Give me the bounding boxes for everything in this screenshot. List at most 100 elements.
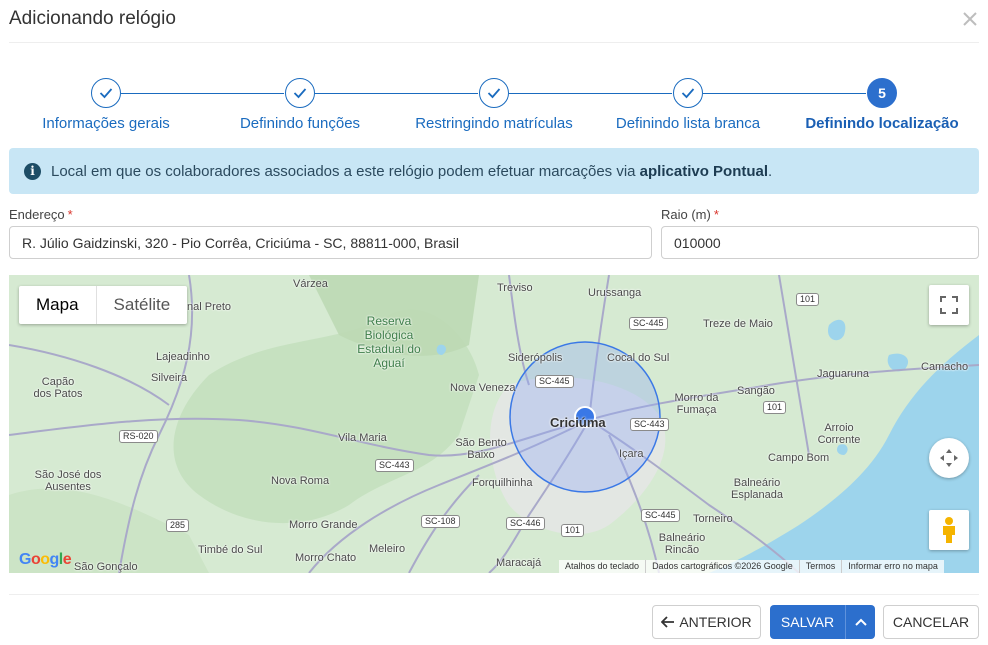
- road-shield: 285: [166, 519, 190, 532]
- step-label-lista-branca[interactable]: Definindo lista branca: [616, 115, 760, 132]
- map[interactable]: Mapa Satélite Várzea Treviso Urussanga n…: [9, 275, 979, 573]
- step-label-matriculas[interactable]: Restringindo matrículas: [415, 115, 573, 132]
- step-connector: [509, 93, 672, 94]
- road-shield: 101: [763, 401, 787, 414]
- step-label-localizacao[interactable]: Definindo localização: [805, 115, 958, 132]
- fullscreen-icon[interactable]: [929, 285, 969, 325]
- report-error-link[interactable]: Informar erro no mapa: [842, 560, 944, 573]
- map-label: Morro Grande: [289, 519, 358, 531]
- map-label: Balneário Rincão: [658, 532, 706, 556]
- info-text-bold: aplicativo Pontual: [639, 162, 769, 180]
- map-label: Balneário Esplanada: [731, 477, 783, 501]
- map-label: Vila Maria: [338, 432, 387, 444]
- road-shield: SC-443: [630, 418, 669, 431]
- footer-divider: [9, 594, 979, 595]
- map-label: Sangão: [737, 385, 775, 397]
- info-icon: i: [24, 162, 41, 180]
- road-shield: 101: [796, 293, 820, 306]
- map-label: Torneiro: [693, 513, 733, 525]
- map-label: Silveira: [151, 372, 188, 384]
- map-type-satellite-button[interactable]: Satélite: [97, 286, 188, 324]
- address-label: Endereço *: [9, 207, 73, 222]
- map-label: Camacho: [921, 361, 969, 373]
- map-label: Morro Chato: [295, 552, 357, 564]
- step-label-informacoes[interactable]: Informações gerais: [42, 115, 170, 132]
- road-shield: SC-445: [641, 509, 680, 522]
- header-divider: [9, 42, 979, 43]
- step-connector: [121, 93, 284, 94]
- camera-control-icon[interactable]: [929, 438, 969, 478]
- map-label: Campo Bom: [768, 452, 830, 464]
- map-label: Jaguaruna: [817, 368, 869, 380]
- road-shield: SC-443: [375, 459, 414, 472]
- step-connector: [703, 93, 866, 94]
- previous-button[interactable]: ANTERIOR: [652, 605, 761, 639]
- road-shield: SC-445: [629, 317, 668, 330]
- required-mark: *: [713, 207, 719, 222]
- save-button-label: SALVAR: [780, 614, 835, 630]
- info-banner: i Local em que os colaboradores associad…: [9, 148, 979, 194]
- step-1-check-icon[interactable]: [91, 78, 121, 108]
- dialog-title: Adicionando relógio: [9, 8, 176, 29]
- previous-button-label: ANTERIOR: [679, 614, 752, 630]
- step-2-check-icon[interactable]: [285, 78, 315, 108]
- road-shield: SC-446: [506, 517, 545, 530]
- road-shield: SC-445: [535, 375, 574, 388]
- map-label: Treviso: [497, 282, 533, 294]
- step-label-funcoes[interactable]: Definindo funções: [240, 115, 360, 132]
- cancel-button[interactable]: CANCELAR: [883, 605, 979, 639]
- step-5-number[interactable]: 5: [867, 78, 897, 108]
- map-label: Nova Veneza: [450, 382, 516, 394]
- map-label: Içara: [619, 448, 644, 460]
- info-text: Local em que os colaboradores associados…: [51, 163, 772, 180]
- info-text-end: .: [768, 162, 773, 180]
- map-label: Capão dos Patos: [33, 376, 83, 400]
- map-data-text: Dados cartográficos ©2026 Google: [646, 560, 800, 573]
- road-shield: RS-020: [119, 430, 158, 443]
- map-label: Nova Roma: [271, 475, 330, 487]
- map-label: Várzea: [293, 278, 328, 290]
- pegman-icon[interactable]: [929, 510, 969, 550]
- save-options-button[interactable]: [845, 605, 875, 639]
- map-label: Forquilhinha: [472, 477, 533, 489]
- map-label: nal Preto: [187, 301, 232, 313]
- terms-link[interactable]: Termos: [800, 560, 843, 573]
- map-label: Urussanga: [588, 287, 642, 299]
- map-label: Siderópolis: [508, 352, 563, 364]
- map-attribution: Atalhos do teclado Dados cartográficos ©…: [559, 560, 944, 573]
- map-type-toggle: Mapa Satélite: [19, 286, 188, 324]
- save-button[interactable]: SALVAR: [770, 605, 845, 639]
- map-label: Cocal do Sul: [607, 352, 670, 364]
- road-shield: SC-108: [421, 515, 460, 528]
- map-label-criciuma: Criciúma: [550, 415, 606, 430]
- map-label: São Gonçalo: [74, 561, 138, 573]
- google-logo: Google: [19, 551, 72, 568]
- arrow-left-icon: [661, 616, 675, 628]
- map-label: São Bento Baixo: [455, 437, 507, 461]
- road-shield: 101: [561, 524, 585, 537]
- map-label: São José dos Ausentes: [34, 469, 102, 493]
- map-label: Timbé do Sul: [198, 544, 263, 556]
- map-label: Maracajá: [496, 557, 542, 569]
- step-connector: [315, 93, 478, 94]
- info-text-start: Local em que os colaboradores associados…: [51, 162, 640, 180]
- address-label-text: Endereço: [9, 207, 65, 222]
- close-icon[interactable]: [960, 9, 980, 29]
- map-label: Lajeadinho: [156, 351, 210, 363]
- map-label: Treze de Maio: [703, 318, 773, 330]
- map-label: Arroio Corrente: [817, 422, 861, 446]
- dialog-header: Adicionando relógio: [0, 0, 988, 43]
- map-type-map-button[interactable]: Mapa: [19, 286, 97, 324]
- required-mark: *: [67, 207, 73, 222]
- step-4-check-icon[interactable]: [673, 78, 703, 108]
- map-label: Morro da Fumaça: [674, 392, 719, 416]
- step-3-check-icon[interactable]: [479, 78, 509, 108]
- map-label: Reserva Biológica Estadual do Aguaí: [357, 314, 421, 370]
- chevron-up-icon: [854, 618, 867, 626]
- keyboard-shortcuts-link[interactable]: Atalhos do teclado: [559, 560, 647, 573]
- address-input[interactable]: [9, 226, 652, 259]
- cancel-button-label: CANCELAR: [892, 614, 970, 630]
- radius-label-text: Raio (m): [661, 207, 711, 222]
- radius-input[interactable]: [661, 226, 979, 259]
- stepper: 5 Informações gerais Definindo funções R…: [0, 75, 988, 135]
